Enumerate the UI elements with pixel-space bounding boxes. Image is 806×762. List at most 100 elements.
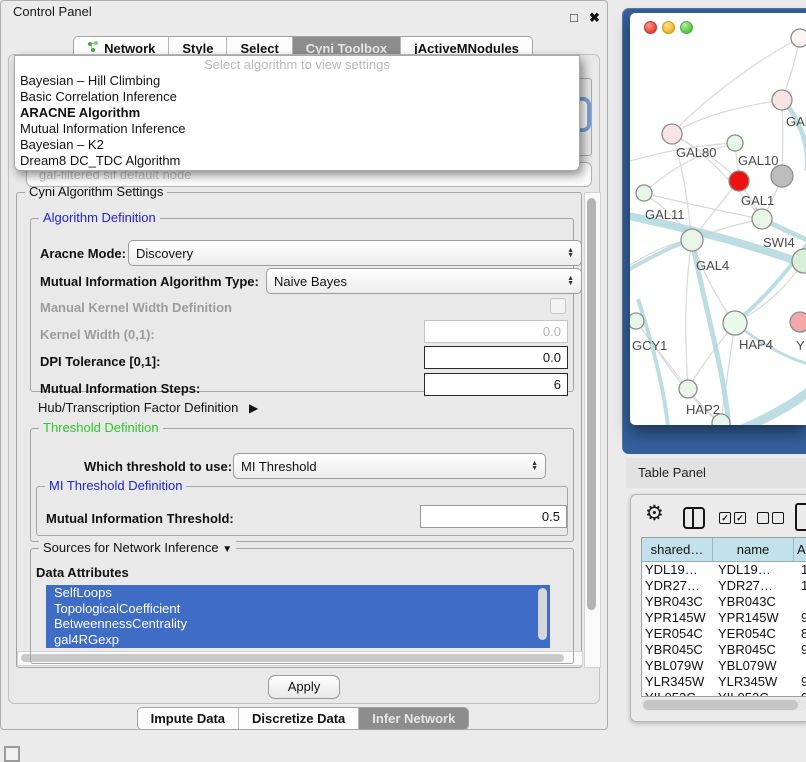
table-cell: YLR345W [715, 674, 798, 690]
combobox-arrows-icon: ▲▼ [567, 276, 574, 286]
close-icon[interactable]: ✖ [589, 10, 600, 26]
table-row[interactable]: YPR145WYPR145W9. [642, 610, 806, 626]
network-node-gal4[interactable] [681, 229, 703, 251]
attribute-item-selfloops[interactable]: SelfLoops [46, 585, 550, 601]
attribute-item-gal4rgexp[interactable]: gal4RGexp [46, 632, 550, 648]
dropdown-list: Bayesian – Hill ClimbingBasic Correlatio… [15, 73, 579, 169]
network-node-hap2[interactable] [679, 380, 697, 398]
table-cell: 9. [798, 642, 806, 658]
table-cell: YER054C [715, 626, 798, 642]
dropdown-item-basic-correlation-inference[interactable]: Basic Correlation Inference [15, 89, 579, 105]
dropdown-item-dream8-dc-tdc-algorithm[interactable]: Dream8 DC_TDC Algorithm [15, 153, 579, 169]
checked-checkbox-icon[interactable]: ✓ [734, 512, 746, 524]
network-node-hap4[interactable] [723, 311, 747, 335]
threshold-definition-title: Threshold Definition [39, 420, 163, 435]
float-window-icon[interactable]: □ [570, 10, 578, 25]
scrollbar-thumb[interactable] [587, 198, 596, 610]
network-node-gal80[interactable] [662, 124, 682, 144]
attribute-item-betweennesscentrality[interactable]: BetweennessCentrality [46, 616, 550, 632]
mi-algorithm-type-combobox[interactable]: Naive Bayes ▲▼ [266, 268, 582, 294]
network-node-y[interactable] [790, 312, 806, 332]
scrollbar-thumb[interactable] [643, 700, 798, 710]
network-node-gal11[interactable] [636, 185, 652, 201]
list-scrollbar-thumb[interactable] [538, 588, 547, 640]
tab-infer-network[interactable]: Infer Network [359, 708, 468, 729]
network-node-swi4[interactable] [792, 249, 806, 273]
table-cell: 9. [798, 610, 806, 626]
table-row[interactable]: YBR043CYBR043C [642, 594, 806, 610]
network-node[interactable] [729, 171, 749, 191]
tab-impute-data[interactable]: Impute Data [138, 708, 239, 729]
table-cell: 9. [798, 674, 806, 690]
mi-steps-field[interactable]: 6 [424, 373, 568, 396]
dropdown-item-bayesian-hill-climbing[interactable]: Bayesian – Hill Climbing [15, 73, 579, 89]
network-node[interactable] [771, 165, 793, 187]
table-cell: YDR27… [642, 578, 715, 594]
table-row[interactable]: YER054CYER054C8. [642, 626, 806, 642]
mi-threshold-field[interactable]: 0.5 [420, 505, 567, 528]
network-node-gal1[interactable] [752, 209, 772, 229]
table-cell: 12 [798, 578, 806, 594]
panel-title: Control Panel [13, 4, 92, 19]
table-body: YDL19…YDL19…13YDR27…YDR27…12YBR043CYBR04… [642, 562, 806, 697]
table-cell: 0. [798, 690, 806, 697]
table-row[interactable]: YDL19…YDL19…13 [642, 562, 806, 578]
dropdown-item-aracne-algorithm[interactable]: ARACNE Algorithm [15, 105, 579, 121]
unchecked-checkbox-icon[interactable] [772, 512, 784, 524]
aracne-mode-label: Aracne Mode: [40, 246, 126, 261]
network-node-gal[interactable] [772, 90, 792, 110]
aracne-mode-combobox[interactable]: Discovery ▲▼ [128, 240, 582, 266]
unchecked-checkbox-icon[interactable] [757, 512, 769, 524]
algorithm-dropdown-popup: Select algorithm to view settings Bayesi… [14, 55, 580, 171]
dpi-tolerance-field[interactable]: 0.0 [424, 346, 568, 369]
node-label-gal: GAL [786, 114, 806, 129]
column-header-name[interactable]: name [713, 538, 794, 561]
column-header-shared[interactable]: shared… [642, 538, 713, 561]
document-icon[interactable] [795, 503, 806, 531]
manual-kernel-width-checkbox[interactable] [550, 298, 566, 314]
which-threshold-combobox[interactable]: MI Threshold ▲▼ [233, 453, 546, 479]
table-row[interactable]: YLR345WYLR345W9. [642, 674, 806, 690]
table-cell: YBR045C [642, 642, 715, 658]
table-cell: YBR043C [642, 594, 715, 610]
table-row[interactable]: YBL079WYBL079W [642, 658, 806, 674]
apply-button[interactable]: Apply [268, 675, 340, 699]
collapse-down-arrow-icon[interactable]: ▼ [222, 544, 232, 555]
minimized-panel-icon[interactable] [4, 746, 20, 762]
gear-icon[interactable]: ⚙ [645, 501, 664, 526]
table-horizontal-scrollbar[interactable] [641, 699, 806, 711]
combobox-arrows-icon: ▲▼ [531, 461, 538, 471]
network-node-gal10[interactable] [727, 135, 743, 151]
network-node-gcy1[interactable] [630, 313, 644, 329]
which-threshold-label: Which threshold to use: [84, 459, 232, 474]
table-cell: 8. [798, 626, 806, 642]
tab-discretize-data[interactable]: Discretize Data [239, 708, 359, 729]
node-label-gal80: GAL80 [676, 145, 716, 160]
table-row[interactable]: YBR045CYBR045C9. [642, 642, 806, 658]
table-row[interactable]: YDR27…YDR27…12 [642, 578, 806, 594]
column-header-a[interactable]: A [794, 538, 806, 561]
network-node[interactable] [791, 29, 806, 47]
dropdown-item-bayesian-k2[interactable]: Bayesian – K2 [15, 137, 579, 153]
algorithm-definition-title: Algorithm Definition [39, 210, 160, 225]
dropdown-prompt: Select algorithm to view settings [15, 56, 579, 73]
network-canvas[interactable]: GALGAL80GAL10GAL1GAL11GAL4SWI4GCY1HAP4YH… [630, 13, 806, 425]
attribute-item-topologicalcoefficient[interactable]: TopologicalCoefficient [46, 601, 550, 617]
column-layout-icon[interactable] [683, 507, 705, 529]
table-row[interactable]: YIL052CYIL052C0. [642, 690, 806, 697]
data-attributes-list[interactable]: SelfLoopsTopologicalCoefficientBetweenne… [46, 585, 550, 648]
tab-label: Discretize Data [252, 711, 345, 726]
mi-steps-label: Mutual Information Steps: [40, 381, 200, 396]
checked-checkbox-icon[interactable]: ✓ [719, 512, 731, 524]
hub-definition-expander[interactable]: Hub/Transcription Factor Definition ▶ [38, 400, 258, 415]
network-window: GALGAL80GAL10GAL1GAL11GAL4SWI4GCY1HAP4YH… [630, 13, 806, 425]
table-cell: YBL079W [642, 658, 715, 674]
bottom-tab-bar: Impute Data Discretize Data Infer Network [0, 707, 606, 730]
dropdown-item-mutual-information-inference[interactable]: Mutual Information Inference [15, 121, 579, 137]
dpi-tolerance-label: DPI Tolerance [0,1]: [40, 354, 160, 369]
table-cell: YBL079W [715, 658, 798, 674]
sources-title-text: Sources for Network Inference [43, 540, 219, 555]
settings-vertical-scrollbar[interactable] [584, 192, 601, 668]
node-table: shared…nameA YDL19…YDL19…13YDR27…YDR27…1… [641, 537, 806, 697]
kernel-width-field[interactable]: 0.0 [424, 320, 568, 343]
